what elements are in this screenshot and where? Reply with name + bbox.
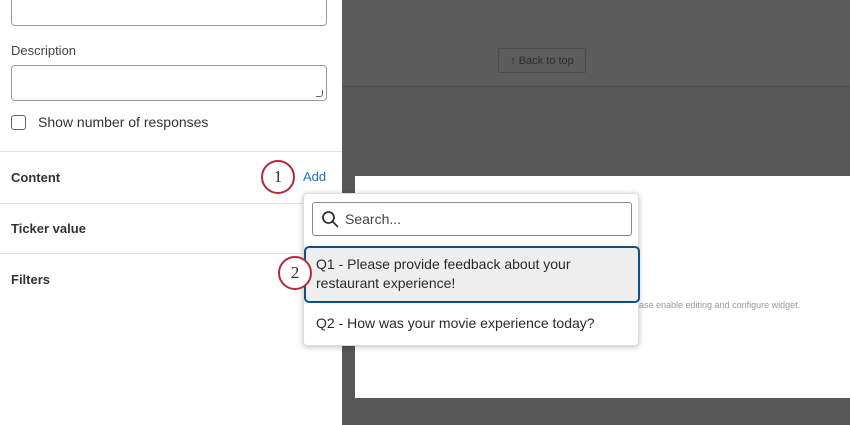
show-responses-label: Show number of responses [38, 114, 209, 130]
widget-hint-text: ase enable editing and configure widget. [639, 300, 801, 310]
title-input[interactable] [11, 0, 327, 26]
resize-handle-icon[interactable] [316, 90, 323, 97]
divider [0, 253, 342, 254]
canvas-header [342, 0, 850, 87]
show-responses-checkbox[interactable] [11, 114, 26, 130]
description-textarea[interactable] [11, 65, 327, 101]
question-option-q1[interactable]: Q1 - Please provide feedback about your … [304, 246, 640, 303]
widget-settings-panel: Description Show number of responses Con… [0, 0, 342, 425]
search-icon [322, 211, 339, 228]
content-section-title: Content [11, 170, 61, 185]
callout-badge: 1 [261, 160, 295, 194]
callout-badge: 2 [278, 256, 312, 290]
show-responses-row[interactable]: Show number of responses [11, 114, 208, 130]
description-label: Description [11, 43, 77, 58]
search-placeholder: Search... [345, 211, 402, 227]
question-option-q2[interactable]: Q2 - How was your movie experience today… [316, 315, 595, 331]
ticker-section-title[interactable]: Ticker value [11, 221, 86, 236]
search-input[interactable]: Search... [312, 202, 632, 236]
filters-section-title[interactable]: Filters [11, 272, 50, 287]
back-to-top-button[interactable]: ↑ Back to top [498, 48, 586, 73]
divider [0, 151, 342, 152]
question-dropdown: Search... Q1 - Please provide feedback a… [303, 193, 640, 346]
add-content-link[interactable]: Add [303, 169, 326, 184]
divider [0, 203, 342, 204]
